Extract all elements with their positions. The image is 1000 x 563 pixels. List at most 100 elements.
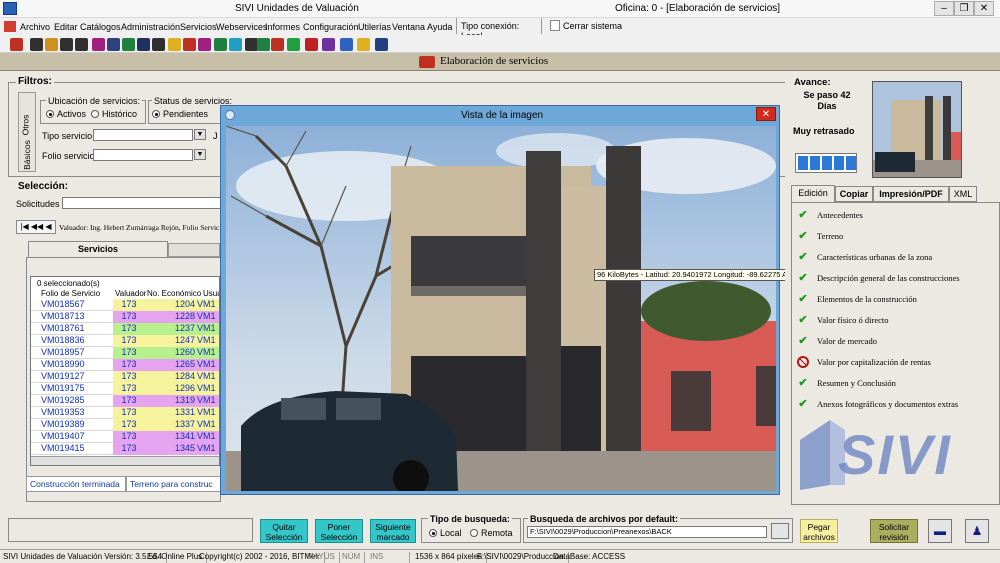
checklist-item[interactable]: Descripción general de las construccione… (817, 273, 960, 283)
tipo-servicio-combo[interactable] (93, 129, 193, 141)
image-window-title: Vista de la imagen (461, 110, 544, 121)
toolbar-button-icon[interactable] (257, 38, 270, 51)
toolbar-button-icon[interactable] (137, 38, 150, 51)
toolbar-button-icon[interactable] (30, 38, 43, 51)
folio-servicio-combo[interactable] (93, 149, 193, 161)
table-row[interactable]: VM018836 173 1247 VM1 (31, 335, 219, 347)
checklist-item[interactable]: Valor de mercado (817, 336, 877, 346)
close-system-button[interactable]: Cerrar sistema (563, 21, 622, 31)
toolbar-button-icon[interactable] (107, 38, 120, 51)
menu-ventana[interactable]: Ventana (392, 22, 425, 32)
toolbar-button-icon[interactable] (168, 38, 181, 51)
toolbar-button-icon[interactable] (229, 38, 242, 51)
toolbar-button-icon[interactable] (152, 38, 165, 51)
quitar-seleccion-button[interactable]: Quitar Selección (260, 519, 308, 543)
table-row[interactable]: VM019407 173 1341 VM1 (31, 431, 219, 443)
chevron-down-icon[interactable]: ▼ (194, 129, 206, 140)
checklist-item[interactable]: Valor físico ó directo (817, 315, 889, 325)
menu-servicios[interactable]: Servicios (180, 22, 217, 32)
checklist-item[interactable]: Elementos de la construcción (817, 294, 917, 304)
table-row[interactable]: VM018957 173 1260 VM1 (31, 347, 219, 359)
table-row[interactable]: VM019353 173 1331 VM1 (31, 407, 219, 419)
checklist-item[interactable]: Terreno (817, 231, 843, 241)
table-row[interactable]: VM018990 173 1265 VM1 (31, 359, 219, 371)
nav-buttons[interactable]: |◀ ◀◀ ◀ (16, 220, 56, 234)
photo-thumbnail[interactable] (872, 81, 962, 178)
chevron-down-icon[interactable]: ▼ (194, 149, 206, 160)
tab-servicios[interactable]: Servicios (28, 241, 168, 257)
checklist-item[interactable]: Antecedentes (817, 210, 863, 220)
close-icon[interactable]: ✕ (974, 1, 994, 16)
menu-archivo[interactable]: Archivo (20, 22, 50, 32)
tab-basicos[interactable]: Básicos (22, 140, 32, 170)
toolbar-button-icon[interactable] (322, 38, 335, 51)
table-row[interactable]: VM019127 173 1284 VM1 (31, 371, 219, 383)
menu-utilerias[interactable]: Utilerías (358, 22, 391, 32)
tab-otros[interactable]: Otros (20, 115, 30, 136)
table-row[interactable]: VM019389 173 1337 VM1 (31, 419, 219, 431)
table-row[interactable]: VM019415 173 1345 VM1 (31, 443, 219, 455)
folder-browse-icon[interactable] (771, 523, 789, 539)
close-system-icon[interactable] (550, 20, 560, 31)
radio-local[interactable] (429, 529, 437, 537)
minimize-icon[interactable]: – (934, 1, 954, 16)
menu-informes[interactable]: Informes (265, 22, 300, 32)
tab-copiar[interactable]: Copiar (835, 186, 873, 202)
checklist-item[interactable]: Resumen y Conclusión (817, 378, 896, 388)
radio-historico[interactable] (91, 110, 99, 118)
horizontal-scrollbar[interactable] (31, 456, 219, 465)
tab-impresion[interactable]: Impresión/PDF (873, 186, 949, 202)
pegar-archivos-button[interactable]: Pegar archivos (800, 519, 838, 543)
toolbar-button-icon[interactable] (340, 38, 353, 51)
menu-webservices[interactable]: Webservices (216, 22, 267, 32)
user-icon[interactable]: ♟ (965, 519, 989, 543)
toolbar-button-icon[interactable] (198, 38, 211, 51)
toolbar-button-icon[interactable] (287, 38, 300, 51)
menu-catalogos[interactable]: Catálogos (80, 22, 121, 32)
table-row[interactable]: VM018761 173 1237 VM1 (31, 323, 219, 335)
house-photo-svg (226, 126, 776, 491)
checklist-item[interactable]: Valor por capitalización de rentas (817, 357, 931, 367)
close-icon[interactable]: ✕ (756, 107, 776, 121)
check-icon: ✔ (798, 335, 808, 347)
checklist-item[interactable]: Características urbanas de la zona (817, 252, 932, 262)
toolbar-button-icon[interactable] (60, 38, 73, 51)
check-icon: ✔ (798, 230, 808, 242)
restore-icon[interactable]: ❐ (954, 1, 974, 16)
default-path-input[interactable]: F:\SIVI\0029\Produccion\Preanexos\BACK (527, 526, 767, 538)
table-row[interactable]: VM018567 173 1204 VM1 (31, 299, 219, 311)
menu-configuracion[interactable]: Configuración (303, 22, 359, 32)
toolbar-button-icon[interactable] (305, 38, 318, 51)
tab-edicion[interactable]: Edición (791, 185, 835, 202)
menu-administracion[interactable]: Administración (121, 22, 180, 32)
solicitar-revision-button[interactable]: Solicitar revisión (870, 519, 918, 543)
toolbar-button-icon[interactable] (45, 38, 58, 51)
toolbar-button-icon[interactable] (271, 38, 284, 51)
toolbar-button-icon[interactable] (122, 38, 135, 51)
table-row[interactable]: VM018713 173 1228 VM1 (31, 311, 219, 323)
solicitudes-input[interactable] (62, 197, 222, 209)
toolbar-button-icon[interactable] (92, 38, 105, 51)
radio-remota[interactable] (470, 529, 478, 537)
tab-construccion-terminada[interactable]: Construcción terminada (26, 476, 126, 492)
tab-xml[interactable]: XML (949, 186, 977, 202)
toolbar-button-icon[interactable] (75, 38, 88, 51)
toolbar-button-icon[interactable] (357, 38, 370, 51)
menu-ayuda[interactable]: Ayuda (427, 22, 452, 32)
table-row[interactable]: VM019285 173 1319 VM1 (31, 395, 219, 407)
poner-seleccion-button[interactable]: Poner Selección (315, 519, 363, 543)
checklist-item[interactable]: Anexos fotográficos y documentos extras (817, 399, 958, 409)
toolbar-button-icon[interactable] (375, 38, 388, 51)
tab-second[interactable] (168, 243, 220, 257)
toolbar-button-icon[interactable] (183, 38, 196, 51)
siguiente-marcado-button[interactable]: Siguiente marcado (370, 519, 416, 543)
radio-activos[interactable] (46, 110, 54, 118)
table-row[interactable]: VM019175 173 1296 VM1 (31, 383, 219, 395)
toolbar-button-icon[interactable] (10, 38, 23, 51)
progress-segment (810, 156, 820, 170)
radio-pendientes[interactable] (152, 110, 160, 118)
tab-terreno[interactable]: Terreno para construc (126, 476, 221, 492)
minus-icon[interactable]: ▬ (928, 519, 952, 543)
toolbar-button-icon[interactable] (214, 38, 227, 51)
menu-editar[interactable]: Editar (54, 22, 78, 32)
